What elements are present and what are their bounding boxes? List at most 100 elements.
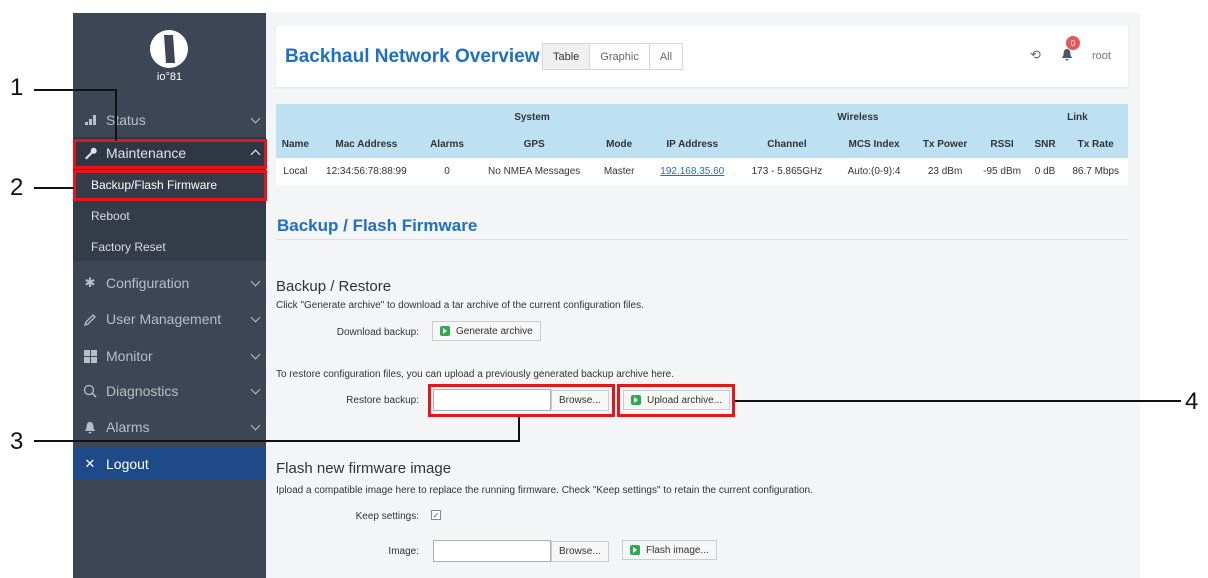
column-header: Alarms	[417, 131, 477, 158]
table-cell: 86.7 Mbps	[1063, 158, 1128, 185]
logout-button[interactable]: ✕ Logout	[73, 448, 266, 480]
table-row: Local 12:34:56:78:88:99 0 No NMEA Messag…	[276, 158, 1128, 185]
table-group-spacer	[977, 104, 1027, 131]
sidebar-item-alarms[interactable]: Alarms	[73, 411, 266, 443]
flash-image-button[interactable]: Flash image...	[622, 540, 717, 560]
button-label: Generate archive	[456, 325, 533, 337]
table-group-system: System	[417, 104, 647, 131]
sidebar-item-configuration[interactable]: ✱ Configuration	[73, 267, 266, 299]
divider	[277, 239, 1128, 240]
sidebar-item-monitor[interactable]: Monitor	[73, 340, 266, 372]
tab-table[interactable]: Table	[542, 43, 591, 70]
callout-line	[115, 89, 117, 141]
close-icon: ✕	[84, 456, 96, 471]
table-cell: Auto:(0-9):4	[835, 158, 913, 185]
sidebar-item-label: User Management	[106, 311, 222, 327]
table-cell: 0	[417, 158, 477, 185]
flash-firmware-heading: Flash new firmware image	[276, 460, 452, 477]
sidebar-item-label: Configuration	[106, 275, 190, 291]
table-cell: 192.168.35.60	[646, 158, 739, 185]
chart-icon	[82, 112, 98, 128]
column-header: Tx Power	[912, 131, 978, 158]
image-browse-button[interactable]: Browse...	[551, 541, 609, 562]
play-icon	[630, 545, 640, 555]
table-cell: 0 dB	[1026, 158, 1064, 185]
logo-text: io°81	[156, 71, 183, 83]
callout-number: 2	[10, 174, 24, 201]
column-header: Mode	[592, 131, 647, 158]
sidebar-item-status[interactable]: Status	[73, 104, 266, 136]
tab-all[interactable]: All	[648, 43, 684, 70]
table-cell: 173 - 5.865GHz	[738, 158, 836, 185]
chevron-down-icon	[250, 312, 261, 323]
chevron-down-icon	[250, 113, 261, 124]
image-label: Image:	[388, 546, 419, 557]
column-header: IP Address	[646, 131, 739, 158]
highlight-upload-button	[617, 384, 735, 417]
generate-archive-button[interactable]: Generate archive	[432, 321, 541, 341]
backup-restore-heading: Backup / Restore	[276, 278, 392, 295]
table-cell: Local	[276, 158, 315, 185]
sidebar-item-diagnostics[interactable]: Diagnostics	[73, 375, 266, 407]
column-header: Name	[276, 131, 315, 158]
refresh-icon[interactable]: ⟲	[1030, 47, 1041, 63]
grid-icon	[82, 348, 98, 364]
download-backup-label: Download backup:	[336, 327, 419, 338]
column-header: Channel	[738, 131, 836, 158]
user-name[interactable]: root	[1092, 50, 1111, 62]
image-file-input[interactable]	[433, 540, 551, 562]
highlight-maintenance	[73, 139, 267, 169]
tab-graphic[interactable]: Graphic	[589, 43, 650, 70]
callout-number: 1	[10, 74, 24, 101]
pencil-icon	[82, 311, 98, 327]
button-label: Flash image...	[646, 544, 709, 556]
bell-icon	[82, 419, 98, 435]
sidebar: io°81 Status Maintenance Backup/Flash Fi…	[73, 13, 266, 578]
sidebar-item-label: Alarms	[106, 419, 150, 435]
sidebar-item-label: Diagnostics	[106, 383, 179, 399]
chevron-down-icon	[250, 384, 261, 395]
sidebar-item-user-management[interactable]: User Management	[73, 303, 266, 335]
column-header: Mac Address	[314, 131, 418, 158]
submenu-item-reboot[interactable]: Reboot	[73, 201, 266, 231]
keep-settings-checkbox[interactable]: ✓	[431, 510, 441, 520]
sidebar-item-label: Status	[106, 112, 146, 128]
column-header: Tx Rate	[1063, 131, 1128, 158]
column-header: GPS	[476, 131, 593, 158]
chevron-down-icon	[250, 420, 261, 431]
callout-number: 3	[10, 428, 24, 455]
restore-description: To restore configuration files, you can …	[276, 369, 675, 380]
section-title: Backup / Flash Firmware	[277, 216, 478, 235]
submenu-item-factory-reset[interactable]: Factory Reset	[73, 232, 266, 262]
logo-icon	[150, 30, 188, 68]
callout-number: 4	[1185, 388, 1199, 415]
sidebar-item-label: Monitor	[106, 348, 153, 364]
ip-address-link[interactable]: 192.168.35.60	[660, 166, 724, 177]
overview-table: System Wireless Link Name Mac Address Al…	[276, 104, 1128, 185]
play-icon	[440, 326, 450, 336]
callout-line	[518, 417, 520, 442]
view-tabs: Table Graphic All	[542, 43, 684, 70]
table-cell: 12:34:56:78:88:99	[314, 158, 418, 185]
table-group-spacer	[276, 104, 315, 131]
search-icon	[82, 383, 98, 399]
callout-line	[34, 89, 116, 91]
callout-line	[735, 400, 1181, 402]
column-header: RSSI	[977, 131, 1027, 158]
restore-backup-label: Restore backup:	[346, 395, 419, 406]
flash-description: Ipload a compatible image here to replac…	[276, 485, 813, 496]
page-title: Backhaul Network Overview	[285, 46, 540, 67]
table-group-spacer	[314, 104, 418, 131]
screenshot-stage: io°81 Status Maintenance Backup/Flash Fi…	[0, 0, 1208, 578]
gear-icon: ✱	[84, 275, 96, 290]
notification-badge: 0	[1066, 36, 1080, 50]
table-group-spacer	[646, 104, 739, 131]
highlight-restore-input	[428, 384, 615, 417]
notification-bell-icon[interactable]	[1061, 48, 1073, 64]
column-header: SNR	[1026, 131, 1064, 158]
table-group-link: Link	[1026, 104, 1128, 131]
callout-line	[34, 187, 74, 189]
table-cell: No NMEA Messages	[476, 158, 593, 185]
backup-description: Click "Generate archive" to download a t…	[276, 300, 644, 311]
table-cell: Master	[592, 158, 647, 185]
